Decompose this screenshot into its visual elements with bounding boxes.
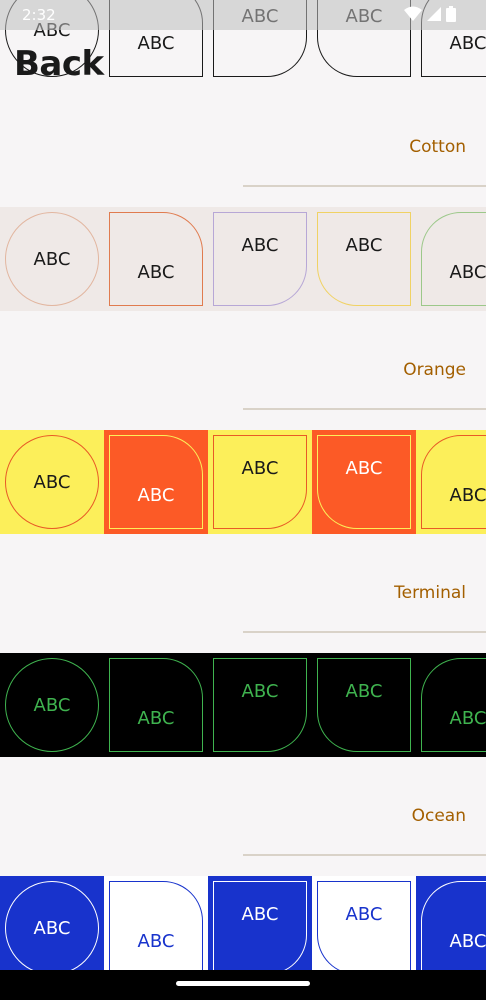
shape-tile: ABC bbox=[208, 207, 312, 311]
shape-circle[interactable]: ABC bbox=[5, 435, 99, 529]
shape-tr-round[interactable]: ABC bbox=[109, 212, 203, 306]
shape-row-terminal: ABC ABC ABC ABC ABC bbox=[0, 653, 486, 757]
shape-tr-round[interactable]: ABC bbox=[109, 435, 203, 529]
shape-label: ABC bbox=[345, 235, 383, 256]
theme-label-cotton[interactable]: Cotton bbox=[409, 137, 466, 157]
shape-tl-round[interactable]: ABC bbox=[421, 881, 486, 975]
shape-tile: ABC bbox=[104, 430, 208, 534]
shape-label: ABC bbox=[449, 931, 486, 952]
theme-divider bbox=[243, 408, 486, 410]
shape-tile: ABC bbox=[0, 876, 104, 980]
home-handle[interactable] bbox=[176, 981, 310, 986]
shape-label: ABC bbox=[137, 33, 175, 54]
shape-br-round[interactable]: ABC bbox=[213, 435, 307, 529]
theme-label-terminal[interactable]: Terminal bbox=[394, 583, 466, 603]
shape-label: ABC bbox=[241, 681, 279, 702]
shape-tile: ABC bbox=[0, 207, 104, 311]
shape-label: ABC bbox=[33, 694, 71, 716]
shape-label: ABC bbox=[137, 485, 175, 506]
theme-divider bbox=[243, 185, 486, 187]
shape-tile: ABC bbox=[416, 430, 486, 534]
shape-tile: ABC bbox=[104, 207, 208, 311]
theme-divider bbox=[243, 854, 486, 856]
shape-tile: ABC bbox=[312, 876, 416, 980]
status-bar: 2:32 bbox=[0, 0, 486, 30]
shape-circle[interactable]: ABC bbox=[5, 658, 99, 752]
theme-divider bbox=[243, 631, 486, 633]
shape-row-cotton: ABC ABC ABC ABC ABC bbox=[0, 207, 486, 311]
shape-bl-round[interactable]: ABC bbox=[317, 435, 411, 529]
shape-label: ABC bbox=[449, 262, 486, 283]
navigation-bar bbox=[0, 970, 486, 1000]
shape-bl-round[interactable]: ABC bbox=[317, 658, 411, 752]
shape-tile: ABC bbox=[208, 653, 312, 757]
signal-icon bbox=[427, 7, 441, 21]
shape-label: ABC bbox=[241, 904, 279, 925]
shape-tile: ABC bbox=[312, 207, 416, 311]
shape-row-ocean: ABC ABC ABC ABC ABC bbox=[0, 876, 486, 980]
shape-label: ABC bbox=[137, 262, 175, 283]
shape-tile: ABC bbox=[312, 653, 416, 757]
shape-tile: ABC bbox=[416, 876, 486, 980]
shape-tile: ABC bbox=[208, 430, 312, 534]
shape-label: ABC bbox=[345, 681, 383, 702]
shape-tile: ABC bbox=[0, 430, 104, 534]
shape-br-round[interactable]: ABC bbox=[213, 212, 307, 306]
wifi-icon bbox=[404, 6, 422, 21]
battery-icon bbox=[446, 6, 456, 22]
shape-label: ABC bbox=[241, 458, 279, 479]
shape-tile: ABC bbox=[0, 653, 104, 757]
shape-label: ABC bbox=[137, 931, 175, 952]
shape-label: ABC bbox=[449, 708, 486, 729]
shape-row-orange: ABC ABC ABC ABC ABC bbox=[0, 430, 486, 534]
shape-label: ABC bbox=[33, 917, 71, 939]
shape-circle[interactable]: ABC bbox=[5, 881, 99, 975]
shape-tile: ABC bbox=[312, 430, 416, 534]
shape-label: ABC bbox=[33, 248, 71, 270]
shape-label: ABC bbox=[137, 708, 175, 729]
shape-tile: ABC bbox=[416, 653, 486, 757]
screen: 2:32 Back ABCABCABCABCABC Cotton ABCABCA… bbox=[0, 0, 486, 1000]
shape-tl-round[interactable]: ABC bbox=[421, 212, 486, 306]
shape-label: ABC bbox=[241, 235, 279, 256]
status-time: 2:32 bbox=[22, 6, 56, 24]
back-button[interactable]: Back bbox=[14, 44, 104, 84]
shape-bl-round[interactable]: ABC bbox=[317, 212, 411, 306]
shape-tl-round[interactable]: ABC bbox=[421, 658, 486, 752]
shape-tl-round[interactable]: ABC bbox=[421, 435, 486, 529]
shape-tile: ABC bbox=[104, 653, 208, 757]
shape-bl-round[interactable]: ABC bbox=[317, 881, 411, 975]
shape-label: ABC bbox=[449, 485, 486, 506]
shape-br-round[interactable]: ABC bbox=[213, 881, 307, 975]
shape-tile: ABC bbox=[208, 876, 312, 980]
shape-tr-round[interactable]: ABC bbox=[109, 881, 203, 975]
shape-tile: ABC bbox=[416, 207, 486, 311]
theme-label-ocean[interactable]: Ocean bbox=[412, 806, 466, 826]
shape-label: ABC bbox=[345, 458, 383, 479]
shape-label: ABC bbox=[345, 904, 383, 925]
status-icons bbox=[404, 6, 456, 22]
theme-label-orange[interactable]: Orange bbox=[403, 360, 466, 380]
shape-tr-round[interactable]: ABC bbox=[109, 658, 203, 752]
shape-label: ABC bbox=[33, 471, 71, 493]
shape-circle[interactable]: ABC bbox=[5, 212, 99, 306]
shape-br-round[interactable]: ABC bbox=[213, 658, 307, 752]
shape-tile: ABC bbox=[104, 876, 208, 980]
shape-label: ABC bbox=[449, 33, 486, 54]
